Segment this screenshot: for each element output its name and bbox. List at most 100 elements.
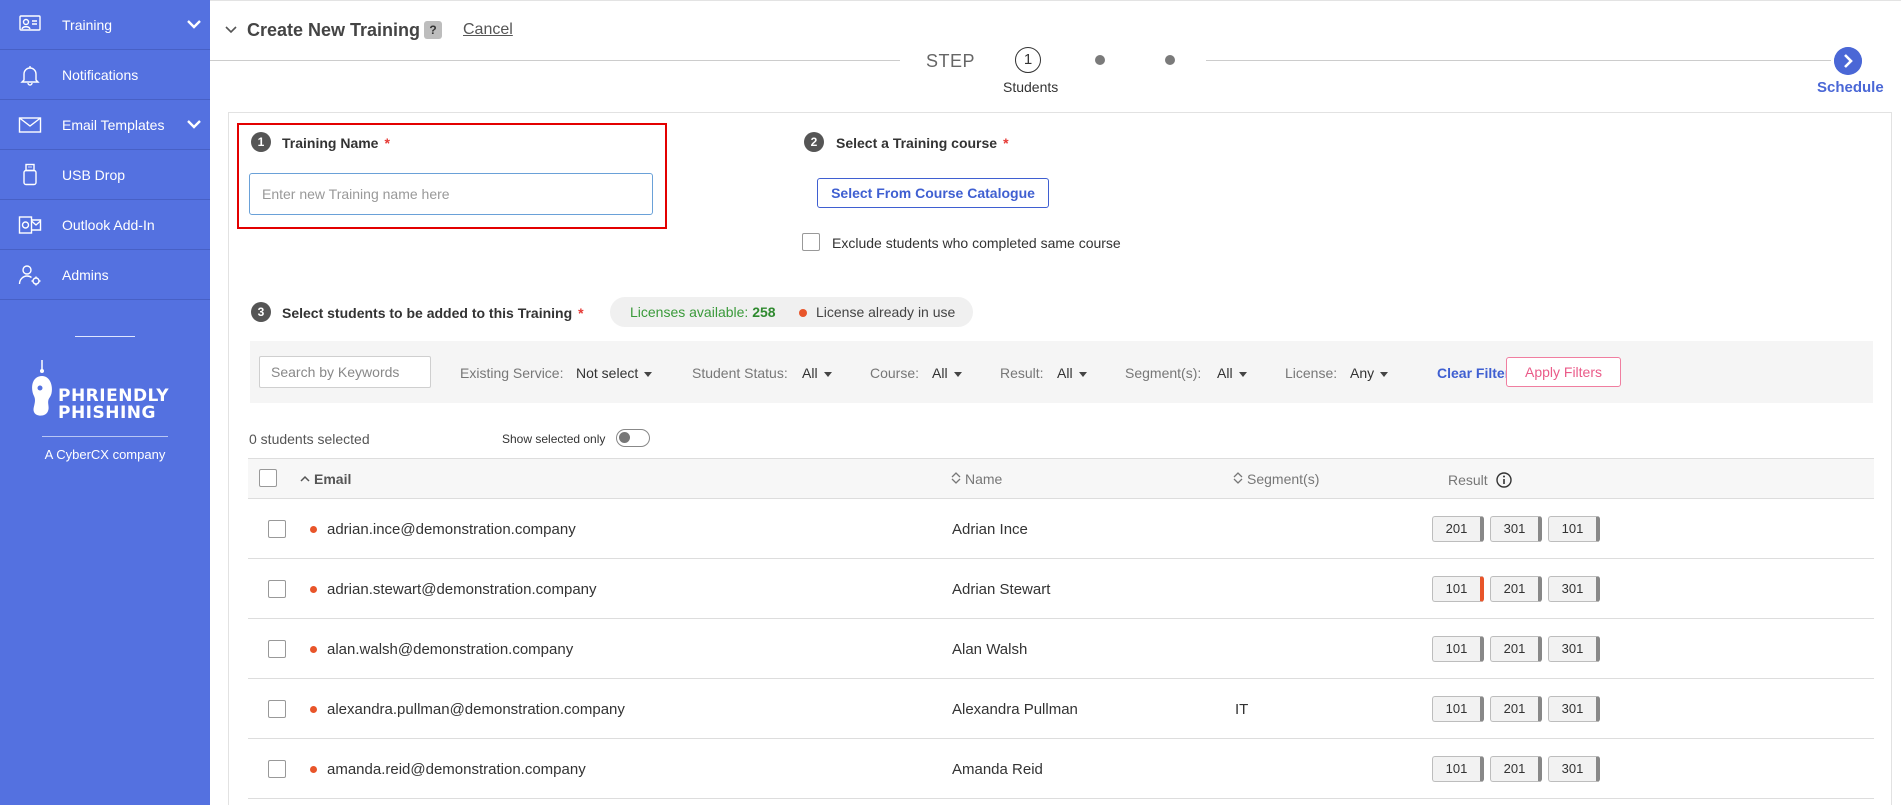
course-filter-label: Course:: [870, 365, 920, 381]
segments-filter-dropdown[interactable]: All: [1217, 365, 1247, 381]
info-icon[interactable]: [1495, 472, 1512, 488]
row-checkbox[interactable]: [268, 760, 286, 778]
table-row[interactable]: adrian.stewart@demonstration.company Adri…: [248, 559, 1874, 619]
sidebar-item-usb-drop[interactable]: USB Drop: [0, 150, 210, 200]
sidebar-item-label: USB Drop: [62, 167, 126, 183]
chevron-down-icon: [187, 120, 201, 129]
select-all-checkbox[interactable]: [259, 469, 277, 487]
table-row[interactable]: amanda.reid@demonstration.company Amanda …: [248, 739, 1874, 799]
license-info-pill: Licenses available: 258 License already …: [610, 297, 973, 327]
result-badge[interactable]: 101: [1432, 636, 1484, 662]
student-status-value: All: [802, 365, 818, 381]
row-name: Alexandra Pullman: [952, 701, 1078, 718]
result-badge[interactable]: 301: [1548, 696, 1600, 722]
result-badge[interactable]: 101: [1432, 576, 1484, 602]
sort-icon: [951, 472, 961, 484]
sidebar-item-label: Training: [62, 17, 113, 33]
help-icon[interactable]: ?: [424, 21, 442, 39]
sidebar-item-outlook-add-in[interactable]: Outlook Add-In: [0, 200, 210, 250]
required-marker: *: [1003, 135, 1009, 151]
result-badge[interactable]: 101: [1432, 756, 1484, 782]
row-checkbox[interactable]: [268, 580, 286, 598]
result-badge[interactable]: 301: [1548, 576, 1600, 602]
license-in-use-dot: [310, 766, 317, 773]
exclude-completed-checkbox[interactable]: [802, 233, 820, 251]
caret-down-icon: [823, 371, 832, 377]
row-checkbox[interactable]: [268, 520, 286, 538]
row-name: Adrian Ince: [952, 521, 1028, 538]
training-name-label: Training Name *: [282, 135, 390, 151]
sidebar-item-label: Notifications: [62, 67, 139, 83]
search-input[interactable]: [259, 356, 431, 388]
course-section-label: Select a Training course *: [836, 135, 1009, 151]
license-in-use-dot: [310, 706, 317, 713]
result-badge[interactable]: 101: [1432, 696, 1484, 722]
table-row[interactable]: alan.walsh@demonstration.company Alan Wal…: [248, 619, 1874, 679]
table-header: Email Name Segment(s) Result: [248, 458, 1874, 499]
bell-icon: [18, 63, 42, 87]
table-row[interactable]: alexandra.pullman@demonstration.company A…: [248, 679, 1874, 739]
sidebar-item-email-templates[interactable]: Email Templates: [0, 100, 210, 150]
license-filter-value: Any: [1350, 365, 1375, 381]
step-2-dot: [1095, 55, 1105, 65]
students-table: Email Name Segment(s) Result adrian.ince…: [248, 458, 1874, 799]
section-number-badge: 2: [804, 132, 824, 152]
sidebar-item-training[interactable]: Training: [0, 0, 210, 50]
row-email: alan.walsh@demonstration.company: [327, 641, 574, 658]
sidebar-item-label: Email Templates: [62, 117, 165, 133]
result-badge[interactable]: 201: [1490, 636, 1542, 662]
column-segments-label: Segment(s): [1247, 471, 1320, 487]
show-selected-label: Show selected only: [502, 432, 606, 446]
app-root: Training Notifications Email Templates U…: [0, 0, 1901, 805]
envelope-icon: [18, 113, 42, 137]
page-title: Create New Training: [247, 20, 421, 40]
result-badge[interactable]: 201: [1490, 756, 1542, 782]
course-section-label-text: Select a Training course: [836, 135, 998, 151]
table-row[interactable]: adrian.ince@demonstration.company Adrian …: [248, 499, 1874, 559]
existing-service-value: Not select: [576, 365, 639, 381]
sidebar-item-label: Admins: [62, 267, 109, 283]
row-name: Amanda Reid: [952, 761, 1043, 778]
column-name[interactable]: Name: [951, 471, 1002, 487]
result-badge[interactable]: 201: [1490, 696, 1542, 722]
column-email[interactable]: Email: [300, 471, 351, 487]
column-segments[interactable]: Segment(s): [1233, 471, 1319, 487]
course-filter-value: All: [932, 365, 948, 381]
row-email: adrian.stewart@demonstration.company: [327, 581, 597, 598]
license-filter-dropdown[interactable]: Any: [1350, 365, 1389, 381]
student-status-label: Student Status:: [692, 365, 788, 381]
exclude-completed-label: Exclude students who completed same cour…: [832, 235, 1121, 251]
course-filter-dropdown[interactable]: All: [932, 365, 962, 381]
cancel-link[interactable]: Cancel: [463, 21, 513, 39]
admins-icon: [18, 263, 42, 287]
apply-filters-button[interactable]: Apply Filters: [1506, 357, 1621, 387]
training-name-input[interactable]: [249, 173, 653, 215]
result-filter-value: All: [1057, 365, 1073, 381]
result-badge[interactable]: 101: [1548, 516, 1600, 542]
row-email: amanda.reid@demonstration.company: [327, 761, 586, 778]
table-body: adrian.ince@demonstration.company Adrian …: [248, 499, 1874, 799]
result-badge[interactable]: 301: [1548, 636, 1600, 662]
show-selected-toggle[interactable]: [616, 429, 650, 447]
segments-filter-label: Segment(s):: [1125, 365, 1202, 381]
row-email: adrian.ince@demonstration.company: [327, 521, 576, 538]
result-filter-dropdown[interactable]: All: [1057, 365, 1087, 381]
existing-service-dropdown[interactable]: Not select: [576, 365, 653, 381]
caret-down-icon: [953, 371, 962, 377]
sidebar-item-notifications[interactable]: Notifications: [0, 50, 210, 100]
result-badge[interactable]: 301: [1548, 756, 1600, 782]
chevron-down-icon[interactable]: [224, 23, 238, 37]
row-checkbox[interactable]: [268, 640, 286, 658]
segments-filter-value: All: [1217, 365, 1233, 381]
row-checkbox[interactable]: [268, 700, 286, 718]
result-badge[interactable]: 301: [1490, 516, 1542, 542]
training-icon: [18, 13, 42, 37]
result-badge[interactable]: 201: [1490, 576, 1542, 602]
student-status-dropdown[interactable]: All: [802, 365, 832, 381]
brand-wordmark: PHRIENDLY PHISHING: [58, 388, 169, 422]
sidebar-item-admins[interactable]: Admins: [0, 250, 210, 300]
selected-count: 0 students selected: [249, 431, 370, 447]
row-name: Alan Walsh: [952, 641, 1028, 658]
select-course-catalogue-button[interactable]: Select From Course Catalogue: [817, 178, 1049, 208]
result-badge[interactable]: 201: [1432, 516, 1484, 542]
